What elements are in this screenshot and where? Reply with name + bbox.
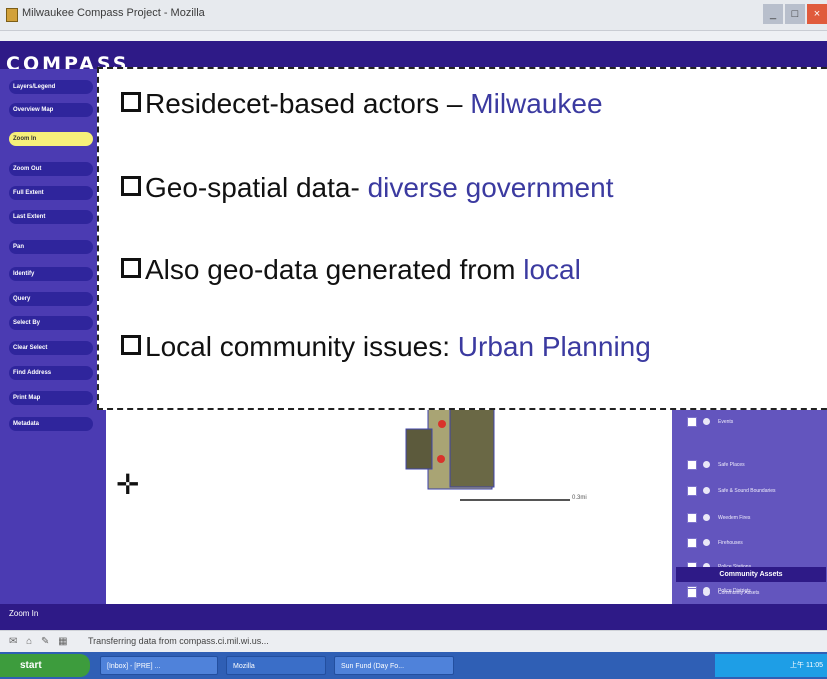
sidebar-item-find-address[interactable]: Find Address (9, 366, 93, 380)
sidebar-item-print-map[interactable]: Print Map (9, 391, 93, 405)
layer-checkbox[interactable] (687, 459, 697, 470)
system-tray: 上午 11:05 (715, 654, 827, 677)
legend-item[interactable]: Firehouses (687, 536, 827, 550)
sidebar-item-full-extent[interactable]: Full Extent (9, 186, 93, 200)
status-message: Transferring data from compass.ci.mil.wi… (88, 636, 269, 646)
window-controls: _ □ × (763, 4, 827, 24)
legend-section-header: Community Assets (676, 567, 826, 582)
maximize-icon[interactable]: □ (785, 4, 805, 24)
os-taskbar: start [Inbox] - [PRE] ... Mozilla Sun Fu… (0, 652, 827, 679)
legend-item[interactable]: Safe & Sound Boundaries (687, 484, 827, 498)
start-button[interactable]: start (0, 654, 90, 677)
window-titlebar: Milwaukee Compass Project - Mozilla _ □ … (0, 0, 827, 31)
sidebar-item-layers-legend[interactable]: Layers/Legend (9, 80, 93, 94)
taskbar-item[interactable]: Sun Fund (Day Fo... (334, 656, 454, 675)
layer-checkbox[interactable] (687, 537, 697, 548)
sidebar-item-overview-map[interactable]: Overview Map (9, 103, 93, 117)
bullet-item: Geo-spatial data- diverse government (121, 172, 613, 204)
taskbar-item[interactable]: Mozilla (226, 656, 326, 675)
current-tool-label: Zoom In (9, 609, 39, 618)
layer-checkbox[interactable] (687, 416, 697, 427)
browser-status-bar: ✉ ⌂ ✎ ▦ Transferring data from compass.c… (0, 630, 827, 653)
layer-symbol-icon (703, 514, 710, 522)
layer-symbol-icon (703, 589, 710, 597)
sidebar-item-last-extent[interactable]: Last Extent (9, 210, 93, 224)
sidebar-item-clear-select[interactable]: Clear Select (9, 341, 93, 355)
bullet-item: Local community issues: Urban Planning (121, 331, 651, 363)
layer-checkbox[interactable] (687, 485, 697, 496)
close-icon[interactable]: × (807, 4, 827, 24)
crosshair-cursor-icon: ✛ (116, 469, 140, 500)
sidebar-item-query[interactable]: Query (9, 292, 93, 306)
bullet-item: Residecet-based actors – Milwaukee (121, 88, 603, 120)
sidebar-item-select-by[interactable]: Select By (9, 316, 93, 330)
square-bullet-icon (121, 92, 141, 112)
tool-sidebar: Layers/Legend Overview Map Zoom In Zoom … (0, 69, 106, 604)
sidebar-item-zoom-in[interactable]: Zoom In (9, 132, 93, 146)
menu-bar (0, 31, 827, 41)
layer-checkbox[interactable] (687, 587, 697, 598)
layer-symbol-icon (703, 487, 710, 495)
taskbar-item[interactable]: [Inbox] - [PRE] ... (100, 656, 218, 675)
app-status-bar: Zoom In (0, 604, 827, 630)
sidebar-item-pan[interactable]: Pan (9, 240, 93, 254)
slide-overlay-box: Residecet-based actors – Milwaukee Geo-s… (97, 67, 827, 410)
bullet-item: Also geo-data generated from local (121, 254, 581, 286)
legend-item[interactable]: Weedem Fires (687, 511, 827, 525)
legend-item[interactable]: Safe Places (687, 458, 827, 472)
minimize-icon[interactable]: _ (763, 4, 783, 24)
layer-checkbox[interactable] (687, 512, 697, 523)
sidebar-item-identify[interactable]: Identify (9, 267, 93, 281)
map-scale-label: 0.3mi (572, 495, 587, 501)
map-scale-bar (460, 499, 570, 501)
square-bullet-icon (121, 176, 141, 196)
layer-symbol-icon (703, 418, 710, 426)
legend-item[interactable]: Events (687, 415, 827, 429)
browser-icon (6, 8, 18, 22)
layer-symbol-icon (703, 539, 710, 547)
layer-symbol-icon (703, 461, 710, 469)
square-bullet-icon (121, 258, 141, 278)
sidebar-item-metadata[interactable]: Metadata (9, 417, 93, 431)
window-title: Milwaukee Compass Project - Mozilla (22, 7, 205, 19)
status-icons: ✉ ⌂ ✎ ▦ (9, 636, 71, 647)
square-bullet-icon (121, 335, 141, 355)
sidebar-item-zoom-out[interactable]: Zoom Out (9, 162, 93, 176)
legend-item-community-assets[interactable]: Community Assets (687, 586, 827, 600)
